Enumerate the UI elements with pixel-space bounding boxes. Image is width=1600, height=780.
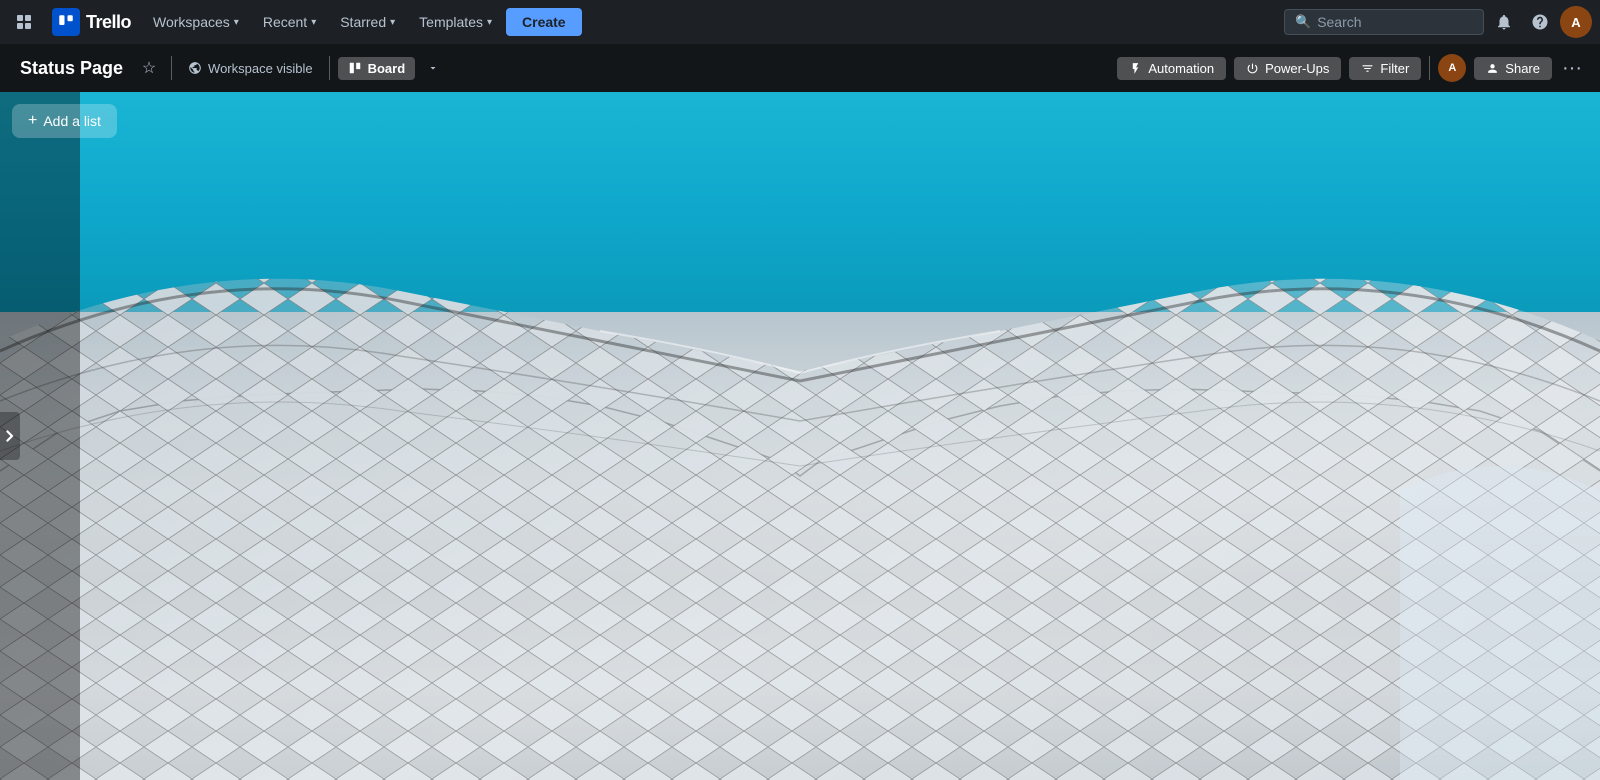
workspace-icon	[188, 61, 202, 75]
person-icon	[1486, 62, 1499, 75]
workspaces-chevron-icon: ▾	[234, 17, 239, 28]
trello-icon	[52, 8, 80, 36]
view-menu-button[interactable]	[419, 58, 447, 78]
board-view-button[interactable]: Board	[338, 57, 416, 80]
lightning-icon	[1129, 62, 1142, 75]
more-options-button[interactable]: ···	[1556, 52, 1588, 84]
trello-logo[interactable]: Trello	[44, 8, 139, 36]
help-button[interactable]	[1524, 6, 1556, 38]
add-list-button[interactable]: + Add a list	[12, 104, 117, 138]
templates-chevron-icon: ▾	[487, 17, 492, 28]
board-title[interactable]: Status Page	[12, 54, 131, 83]
board-toolbar: Status Page ☆ Workspace visible Board Au…	[0, 44, 1600, 92]
chevron-right-icon	[6, 430, 14, 442]
toolbar-divider-3	[1429, 56, 1430, 80]
trello-wordmark: Trello	[86, 12, 131, 33]
starred-menu-button[interactable]: Starred ▾	[330, 8, 405, 36]
search-icon: 🔍	[1295, 14, 1311, 30]
share-button[interactable]: Share	[1474, 57, 1552, 80]
powerups-button[interactable]: Power-Ups	[1234, 57, 1341, 80]
sidebar-toggle-button[interactable]	[0, 412, 20, 460]
starred-chevron-icon: ▾	[390, 17, 395, 28]
toolbar-divider	[171, 56, 172, 80]
app-grid-button[interactable]	[8, 6, 40, 38]
star-button[interactable]: ☆	[135, 54, 163, 82]
automation-button[interactable]: Automation	[1117, 57, 1226, 80]
create-button[interactable]: Create	[506, 8, 582, 36]
workspace-visibility-button[interactable]: Workspace visible	[180, 57, 321, 80]
filter-icon	[1361, 62, 1374, 75]
workspaces-menu-button[interactable]: Workspaces ▾	[143, 8, 249, 36]
filter-button[interactable]: Filter	[1349, 57, 1421, 80]
top-navigation: Trello Workspaces ▾ Recent ▾ Starred ▾ T…	[0, 0, 1600, 44]
chevron-down-icon	[427, 62, 439, 74]
board-member-avatar[interactable]: A	[1438, 54, 1466, 82]
toolbar-divider-2	[329, 56, 330, 80]
board-content: + Add a list	[0, 92, 1600, 780]
user-avatar-button[interactable]: A	[1560, 6, 1592, 38]
search-bar[interactable]: 🔍 Search	[1284, 9, 1484, 35]
power-icon	[1246, 62, 1259, 75]
recent-menu-button[interactable]: Recent ▾	[253, 8, 326, 36]
board-view-icon	[348, 61, 362, 75]
templates-menu-button[interactable]: Templates ▾	[409, 8, 502, 36]
mesh-svg-overlay	[0, 92, 1600, 780]
add-icon: +	[28, 112, 37, 130]
recent-chevron-icon: ▾	[311, 17, 316, 28]
notification-button[interactable]	[1488, 6, 1520, 38]
